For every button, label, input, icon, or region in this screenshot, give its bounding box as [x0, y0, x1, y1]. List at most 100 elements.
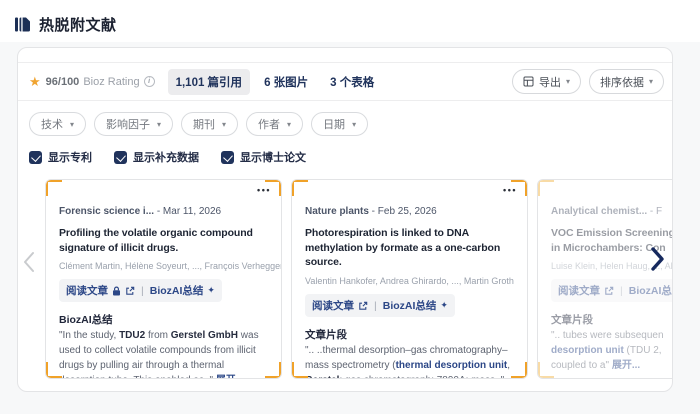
corner-bracket-icon — [265, 362, 282, 379]
publication-card[interactable]: ••• Forensic science i... - Mar 11, 2026 P… — [45, 179, 282, 379]
carousel-next-button[interactable] — [648, 245, 667, 273]
snippet-text: "In the study, — [59, 330, 119, 341]
card-link-bar: 阅读文章|BiozAI总结✦ — [305, 294, 455, 317]
snippet-section-header: 文章片段 — [305, 327, 514, 342]
snippet-text: (TDU 2, — [624, 345, 662, 356]
publication-card[interactable]: ••• Nature plants - Feb 25, 2026 Photoresp… — [291, 179, 528, 379]
filter-label: 技术 — [41, 116, 63, 132]
journal-name: Nature plants — [305, 206, 369, 217]
caret-down-icon: ▾ — [566, 77, 570, 86]
card-link-bar: 阅读文章|BiozAI总结✦ — [551, 279, 673, 302]
card-body: Forensic science i... - Mar 11, 2026 Prof… — [59, 206, 268, 379]
journal-and-date: Analytical chemist... - F — [551, 206, 673, 217]
sparkle-icon: ✦ — [207, 285, 215, 296]
sort-button[interactable]: 排序依据 ▾ — [589, 69, 664, 94]
filter-label: 期刊 — [193, 116, 215, 132]
journal-and-date: Forensic science i... - Mar 11, 2026 — [59, 206, 268, 217]
corner-bracket-icon — [291, 179, 308, 196]
snippet-text: from — [145, 330, 171, 341]
read-article-link[interactable]: 阅读文章 — [66, 283, 108, 298]
info-icon[interactable]: i — [144, 76, 155, 87]
article-title: Photorespiration is linked to DNA methyl… — [305, 226, 514, 270]
export-icon — [523, 76, 534, 87]
tab-tables[interactable]: 3 个表格 — [322, 69, 382, 95]
snippet-text: ".. tubes were subsequen — [551, 330, 664, 341]
checkbox-checked-icon[interactable] — [29, 151, 42, 164]
link-divider: | — [618, 285, 625, 297]
card-body: Analytical chemist... - FVOC Emission Sc… — [551, 206, 673, 374]
read-article-link[interactable]: 阅读文章 — [312, 298, 354, 313]
toggle-show-patents[interactable]: 显示专利 — [29, 149, 92, 165]
snippet-text: Profiling the volatile organic compound … — [59, 227, 253, 254]
publication-date: - Mar 11, 2026 — [154, 206, 221, 217]
filter-row: 技术▾影响因子▾期刊▾作者▾日期▾ — [18, 101, 672, 139]
publication-date: - Feb 25, 2026 — [369, 206, 437, 217]
expand-link[interactable]: 展开... — [612, 360, 640, 371]
sort-label: 排序依据 — [600, 74, 644, 90]
filter-journal[interactable]: 期刊 ▾ — [181, 112, 238, 136]
cards-carousel: ••• Forensic science i... - Mar 11, 2026 P… — [18, 171, 672, 385]
carousel-prev-button[interactable] — [21, 249, 37, 275]
card-menu-button[interactable]: ••• — [257, 185, 271, 195]
authors-line: Valentin Hankofer, Andrea Ghirardo, ...,… — [305, 276, 514, 286]
snippet-section-header: BiozAI总结 — [59, 312, 268, 327]
tab-figures[interactable]: 6 张图片 — [256, 69, 316, 95]
lock-icon — [112, 286, 121, 296]
bioz-rating-label: Bioz Rating — [83, 76, 139, 88]
export-label: 导出 — [539, 74, 561, 90]
caret-down-icon: ▾ — [157, 120, 161, 129]
caret-down-icon: ▾ — [287, 120, 291, 129]
link-divider: | — [139, 285, 146, 297]
snippet-text: TDU2 — [119, 330, 145, 341]
page-title: 热脱附文献 — [39, 14, 117, 35]
corner-bracket-icon — [291, 362, 308, 379]
journal-and-date: Nature plants - Feb 25, 2026 — [305, 206, 514, 217]
toggle-show-theses[interactable]: 显示博士论文 — [221, 149, 306, 165]
filter-date[interactable]: 日期▾ — [311, 112, 368, 136]
toggle-label: 显示补充数据 — [133, 149, 199, 165]
toggle-show-supplementary[interactable]: 显示补充数据 — [114, 149, 199, 165]
book-icon — [14, 16, 31, 33]
biozai-summary-link[interactable]: BiozAI总结 — [150, 283, 204, 298]
corner-bracket-icon — [537, 179, 554, 196]
biozai-summary-link[interactable]: BiozAI总结 — [629, 283, 673, 298]
card-link-bar: 阅读文章 | BiozAI总结✦ — [59, 279, 222, 302]
snippet-text: , — [507, 360, 510, 371]
caret-down-icon: ▾ — [352, 120, 356, 129]
chevron-left-icon — [21, 263, 37, 278]
filter-label: 影响因子 — [106, 116, 150, 132]
snippet-paragraph: ".. tubes were subsequendesorption unit … — [551, 329, 673, 373]
authors-line: Clément Martin, Hélène Soyeurt, ..., Fra… — [59, 261, 268, 271]
filter-technique[interactable]: 技术▾ — [29, 112, 86, 136]
filter-label: 作者 — [258, 116, 280, 132]
checkbox-checked-icon[interactable] — [221, 151, 234, 164]
external-link-icon — [604, 286, 614, 296]
publication-card[interactable]: Analytical chemist... - FVOC Emission Sc… — [537, 179, 673, 379]
checkbox-checked-icon[interactable] — [114, 151, 127, 164]
toggle-label: 显示专利 — [48, 149, 92, 165]
literature-panel: ★ 96/100 Bioz Rating i 1,101 篇引用6 张图片3 个… — [17, 47, 673, 392]
publication-date: - F — [647, 206, 662, 217]
snippet-text: thermal desorption unit — [396, 360, 508, 371]
toggle-row: 显示专利 显示补充数据 显示博士论文 — [18, 139, 672, 171]
expand-link[interactable]: 展开... — [216, 375, 244, 379]
biozai-summary-link[interactable]: BiozAI总结 — [383, 298, 437, 313]
filter-impact-factor[interactable]: 影响因子 ▾ — [94, 112, 173, 136]
panel-top-strip — [18, 48, 672, 63]
caret-down-icon: ▾ — [222, 120, 226, 129]
filter-author[interactable]: 作者 ▾ — [246, 112, 303, 136]
export-button[interactable]: 导出 ▾ — [512, 69, 581, 94]
snippet-text: ; gas chromatograph: 7890A; mass.." — [339, 375, 504, 379]
read-article-link[interactable]: 阅读文章 — [558, 283, 600, 298]
external-link-icon — [358, 301, 368, 311]
tab-citations[interactable]: 1,101 篇引用 — [168, 69, 250, 95]
journal-name: Analytical chemist... — [551, 206, 647, 217]
snippet-text: coupled to a" — [551, 360, 612, 371]
snippet-text: desorption unit — [551, 345, 624, 356]
page-header: 热脱附文献 — [14, 14, 117, 35]
bioz-rating-score: 96/100 — [46, 76, 80, 88]
rating-toolbar: ★ 96/100 Bioz Rating i 1,101 篇引用6 张图片3 个… — [18, 63, 672, 101]
card-menu-button[interactable]: ••• — [503, 185, 517, 195]
snippet-paragraph: "In the study, TDU2 from Gerstel GmbH wa… — [59, 329, 268, 379]
link-divider: | — [372, 300, 379, 312]
